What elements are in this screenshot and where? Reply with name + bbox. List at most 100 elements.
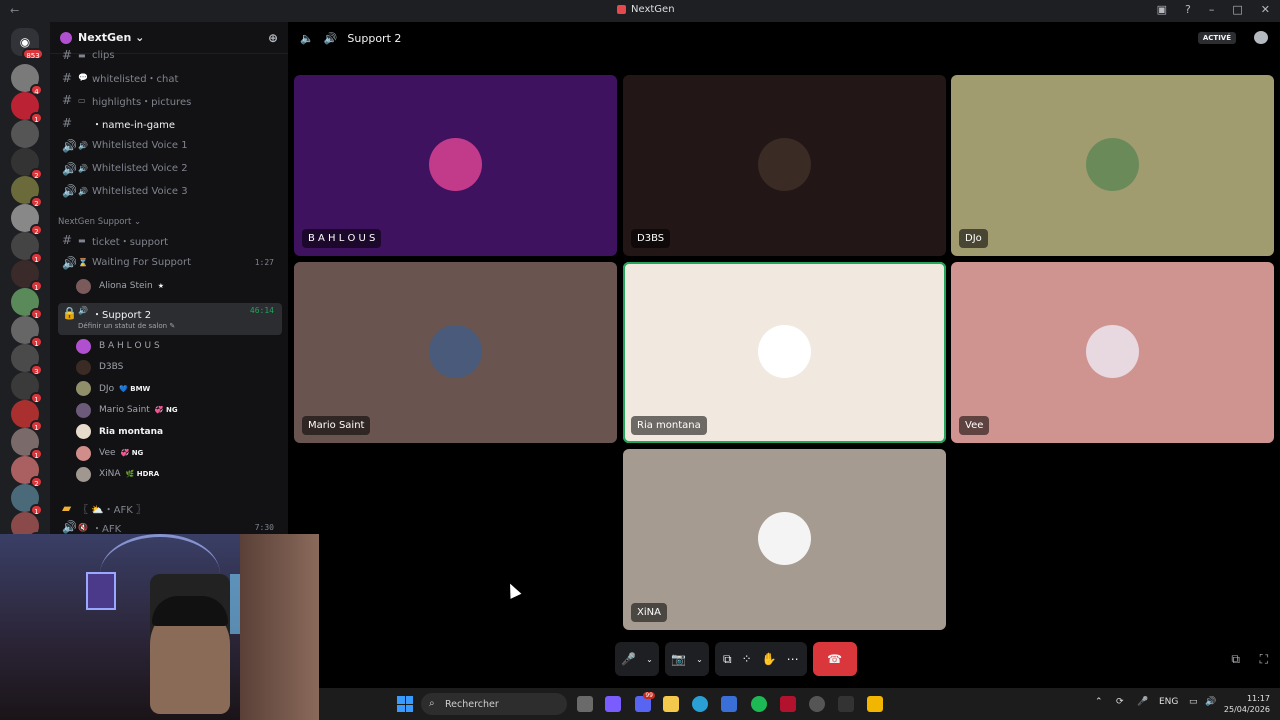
soundboard-icon[interactable]: ✋ — [762, 652, 777, 666]
voice-member[interactable]: Mario Saint 💞 NG — [76, 400, 178, 420]
afk-category[interactable]: ▰ 〖 ⛅・AFK 〗 — [58, 498, 282, 518]
store-icon[interactable] — [721, 696, 737, 712]
participant-tile[interactable]: Ria montana — [623, 262, 946, 443]
copilot-icon[interactable] — [605, 696, 621, 712]
channel-item[interactable]: 🔊 🔇 ・AFK 7:30 — [58, 517, 282, 534]
participant-tile[interactable]: XiNA — [623, 449, 946, 630]
server-icon[interactable]: 2 — [11, 456, 43, 488]
voice-member[interactable]: D3BS — [76, 357, 123, 377]
channel-item[interactable]: # ▬ clips — [58, 45, 282, 65]
member-tag: 💙 BMW — [119, 384, 151, 393]
network-icon[interactable]: ▭ — [1189, 697, 1198, 707]
channel-item[interactable]: 🔊 🔊 Whitelisted Voice 2 — [58, 159, 282, 179]
avatar — [76, 445, 91, 461]
server-icon[interactable] — [11, 120, 39, 148]
channel-status[interactable]: Définir un statut de salon ✎ — [78, 322, 175, 330]
app-icon-2[interactable] — [838, 696, 854, 712]
minimize-icon[interactable]: – — [1209, 3, 1215, 16]
server-icon[interactable]: 2 — [11, 148, 43, 180]
server-icon[interactable]: 3 — [11, 344, 43, 376]
channel-item[interactable]: 🔊 ⌛ Waiting For Support 1:27 — [58, 253, 282, 273]
voice-member[interactable]: Aliona Stein ★ — [76, 276, 164, 296]
active-badge[interactable]: ACTIVÉ — [1197, 32, 1236, 44]
taskbar-search[interactable]: ⌕ Rechercher — [421, 693, 567, 715]
server-icon[interactable]: 1 — [11, 484, 43, 516]
volume-icon[interactable]: 🔊 — [1205, 697, 1216, 707]
member-tag: 🌿 HDRA — [125, 470, 160, 479]
popout-icon[interactable]: ⧉ — [1231, 652, 1240, 667]
channel-item[interactable]: 🔊 🔊 Whitelisted Voice 1 — [58, 136, 282, 156]
server-icon[interactable]: 1 — [11, 260, 43, 292]
participant-tile[interactable]: Vee — [951, 262, 1274, 443]
spotify-icon[interactable] — [751, 696, 767, 712]
channel-item[interactable]: # ▬ ticket・support — [58, 230, 282, 250]
server-icon[interactable]: 4 — [11, 64, 43, 96]
rockstar-icon[interactable] — [867, 696, 883, 712]
taskbar: ⌕ Rechercher 99 ⌃ ⟳ 🎤 ENG ▭ 🔊 11:17 25/0… — [319, 688, 1280, 720]
edge-icon[interactable] — [692, 696, 708, 712]
chevron-down-icon[interactable]: ⌄ — [646, 655, 653, 664]
server-icon[interactable]: 1 — [11, 232, 43, 264]
activities-icon[interactable]: ⁘ — [742, 652, 752, 666]
server-icon[interactable]: 1 — [11, 288, 43, 320]
voice-member[interactable]: DJo 💙 BMW — [76, 379, 150, 399]
channel-emoji-icon: 🔊 — [78, 141, 88, 151]
app-icon[interactable] — [809, 696, 825, 712]
participant-tile[interactable]: B A H L O U S — [294, 75, 617, 256]
hangup-icon: ☎ — [827, 652, 843, 666]
category-header[interactable]: NextGen Support ⌄ — [58, 217, 141, 227]
voice-member[interactable]: B A H L O U S — [76, 336, 160, 356]
participant-avatar — [758, 138, 811, 191]
server-icon[interactable]: 2 — [11, 204, 43, 236]
mic-tray-icon[interactable]: 🎤 — [1137, 697, 1148, 707]
disconnect-button[interactable]: ☎ — [812, 642, 857, 676]
lang-indicator[interactable]: ENG — [1159, 697, 1178, 707]
discord-taskbar-icon[interactable]: 99 — [635, 692, 655, 712]
help-icon[interactable]: ? — [1185, 3, 1191, 16]
member-name: B A H L O U S — [99, 341, 160, 351]
participant-tile[interactable]: D3BS — [623, 75, 946, 256]
nav-arrows[interactable]: ← — [10, 4, 25, 17]
speaker-icon: 🔈 — [300, 31, 314, 45]
sync-icon[interactable]: ⟳ — [1116, 697, 1124, 707]
voice-member[interactable]: XiNA 🌿 HDRA — [76, 464, 159, 484]
more-icon[interactable]: ⋯ — [787, 652, 799, 666]
server-icon[interactable]: 1 — [11, 428, 43, 460]
adobe-icon[interactable] — [780, 696, 796, 712]
add-member-icon[interactable]: ⊕ — [268, 31, 278, 45]
voice-member[interactable]: Ria montana — [76, 422, 163, 442]
voice-member[interactable]: Vee 💞 NG — [76, 443, 143, 463]
channel-item[interactable]: 🔊 🔊 Whitelisted Voice 3 — [58, 181, 282, 201]
participant-tile[interactable]: DJo — [951, 75, 1274, 256]
server-icon[interactable]: 2 — [11, 176, 43, 208]
server-icon[interactable]: 1 — [11, 92, 43, 124]
maximize-icon[interactable]: □ — [1232, 3, 1242, 16]
channel-item[interactable]: # ▭ highlights・pictures — [58, 90, 282, 110]
avatar — [76, 381, 91, 397]
camera-button[interactable]: 📷 ⌄ — [665, 642, 709, 676]
selected-voice-channel[interactable]: 🔒 🔊 ・Support 2 46:14 Définir un statut de sa… — [58, 303, 282, 335]
close-icon[interactable]: ✕ — [1261, 3, 1270, 16]
channel-item[interactable]: # 💬 whitelisted・chat — [58, 68, 282, 88]
star-icon: ★ — [157, 282, 165, 290]
search-icon: ⌕ — [429, 698, 435, 709]
server-icon[interactable]: 1 — [11, 316, 43, 348]
task-view-icon[interactable] — [577, 696, 593, 712]
chevron-down-icon[interactable]: ⌄ — [696, 655, 703, 664]
chevron-up-icon[interactable]: ⌃ — [1095, 697, 1103, 707]
screen-icon[interactable]: ▣ — [1157, 3, 1167, 16]
chat-icon[interactable] — [1254, 31, 1268, 44]
server-icon[interactable]: 1 — [11, 400, 43, 432]
clock[interactable]: 11:17 25/04/2026 — [1224, 693, 1270, 715]
participant-tile[interactable]: Mario Saint — [294, 262, 617, 443]
start-icon[interactable] — [397, 696, 413, 712]
file-explorer-icon[interactable] — [663, 696, 679, 712]
mic-button[interactable]: 🎤 ⌄ — [615, 642, 659, 676]
fullscreen-icon[interactable]: ⛶ — [1260, 652, 1268, 667]
share-screen-button[interactable]: ⧉ ⁘ ✋ ⋯ — [715, 642, 807, 676]
text-channel-icon: # — [62, 48, 73, 62]
server-icon[interactable]: 1 — [11, 372, 43, 404]
channel-item[interactable]: # ・name-in-game — [58, 113, 282, 133]
guild-icon — [60, 31, 72, 44]
home-button[interactable]: ◉ 853 — [11, 28, 44, 60]
